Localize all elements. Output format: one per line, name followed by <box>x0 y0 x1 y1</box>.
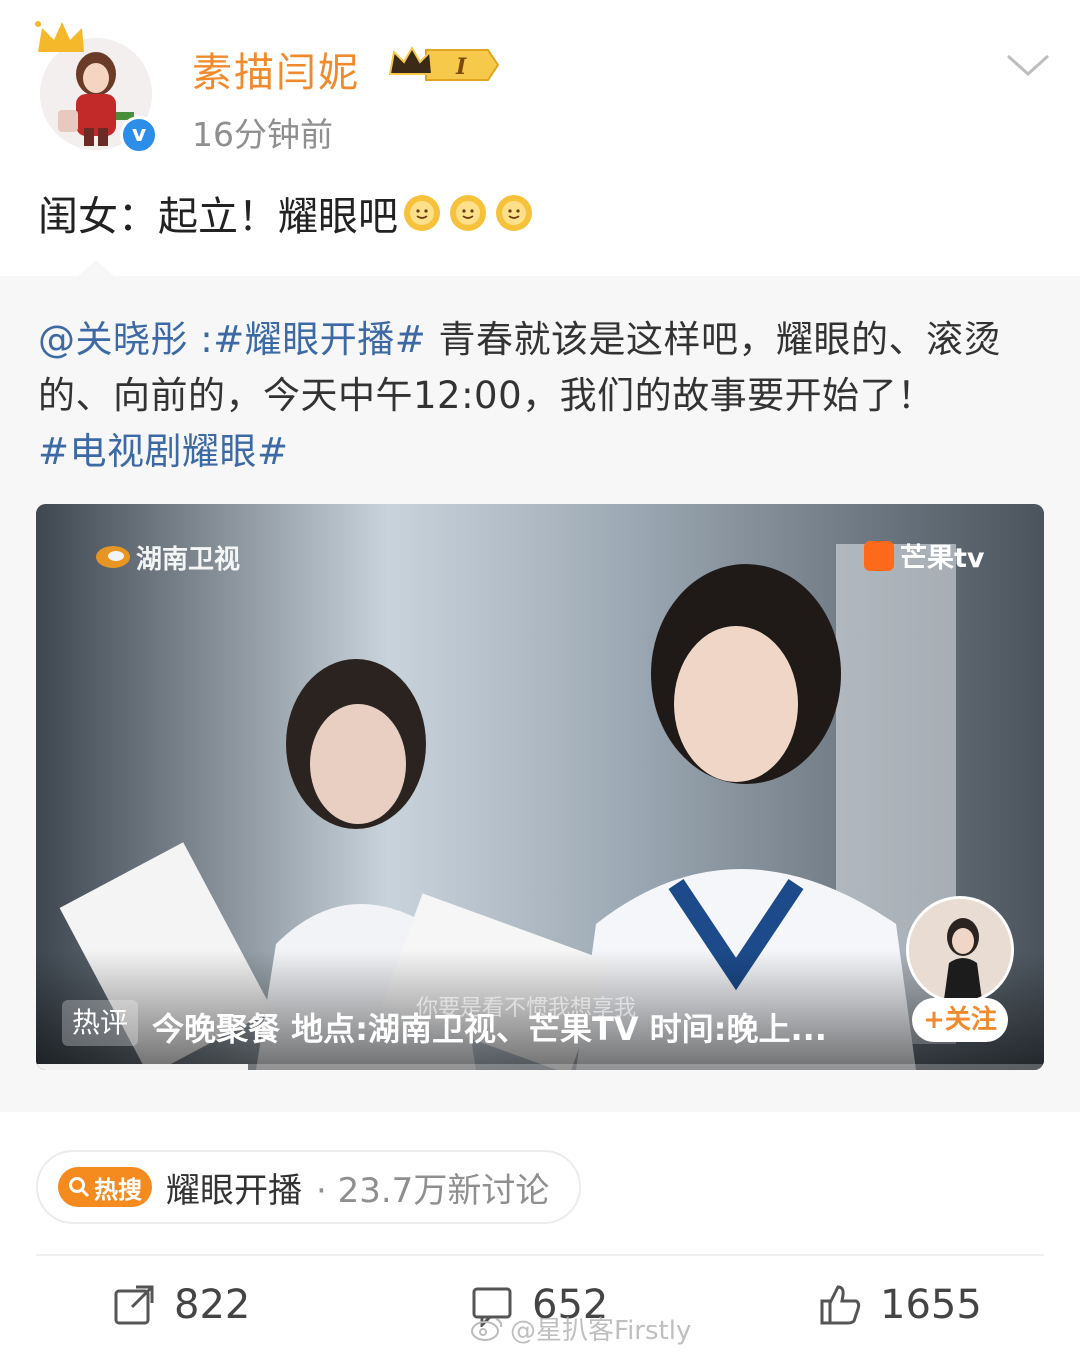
repost-pointer <box>78 260 114 276</box>
hot-search-chip[interactable]: 热搜 耀眼开播 · 23.7万新讨论 <box>36 1150 582 1224</box>
hot-comment-tag: 热评 <box>62 1000 139 1046</box>
emoji-row <box>402 193 534 233</box>
follow-avatar[interactable] <box>906 896 1014 1004</box>
hot-comment-text[interactable]: 今晚聚餐 地点:湖南卫视、芒果TV 时间:晚上... <box>152 1004 892 1050</box>
repost-count: 822 <box>174 1282 251 1328</box>
sun-smile-icon <box>496 195 532 231</box>
vip-level-text: I <box>455 54 467 80</box>
like-button[interactable]: 1655 <box>818 1282 982 1328</box>
hot-search-title: 耀眼开播 <box>166 1170 302 1211</box>
mention-link[interactable]: @关晓彤 <box>38 318 188 361</box>
user-avatar[interactable]: v <box>35 21 158 154</box>
follow-button[interactable]: +关注 <box>912 998 1008 1042</box>
watermark: @星扒客Firstly <box>470 1310 691 1347</box>
search-icon <box>69 1177 90 1198</box>
thumbs-up-icon <box>820 1285 861 1325</box>
vip-crown-badge-icon[interactable]: I <box>388 44 500 86</box>
sun-smile-icon <box>450 195 486 231</box>
mango-tv-logo-icon <box>864 540 894 571</box>
repost-block[interactable]: @关晓彤 :#耀眼开播# 青春就该是这样吧，耀眼的、滚烫的、向前的，今天中午12… <box>0 260 1080 1112</box>
video-player[interactable]: 湖南卫视 芒果tv 你要是看不惯我想享我 热评 今晚聚餐 地点:湖南卫视、芒果T… <box>36 504 1044 1070</box>
crown-icon <box>35 21 84 52</box>
topic-link[interactable]: #电视剧耀眼# <box>38 430 289 473</box>
hot-search-badge: 热搜 <box>58 1167 152 1207</box>
sun-smile-icon <box>404 195 440 231</box>
hunan-tv-logo-text: 湖南卫视 <box>136 544 241 575</box>
hot-search-meta: · 23.7万新讨论 <box>316 1170 550 1211</box>
mango-tv-logo: 芒果tv <box>864 536 985 575</box>
hunan-tv-logo-icon <box>96 546 130 568</box>
post-timestamp: 16分钟前 <box>192 115 333 154</box>
video-progress-bar[interactable] <box>36 1064 1044 1070</box>
repost-button[interactable]: 822 <box>112 1282 250 1328</box>
mango-tv-logo-text: 芒果tv <box>900 543 985 574</box>
verified-icon: v <box>120 116 158 154</box>
username[interactable]: 素描闫妮 <box>192 40 360 98</box>
repost-text: @关晓彤 :#耀眼开播# 青春就该是这样吧，耀眼的、滚烫的、向前的，今天中午12… <box>38 312 1048 480</box>
divider <box>36 1254 1044 1256</box>
chevron-down-icon[interactable] <box>1004 50 1052 80</box>
like-count: 1655 <box>880 1282 982 1328</box>
watermark-text: @星扒客Firstly <box>510 1316 692 1346</box>
post-content: 闺女：起立！耀眼吧 <box>38 184 534 242</box>
video-progress-fill <box>36 1064 248 1070</box>
mention-separator: : <box>188 318 214 361</box>
hot-search-badge-text: 热搜 <box>94 1175 142 1204</box>
post-text: 闺女：起立！耀眼吧 <box>38 194 398 240</box>
topic-link[interactable]: #耀眼开播# <box>213 318 426 361</box>
hunan-tv-logo: 湖南卫视 <box>94 538 240 576</box>
weibo-logo-icon <box>471 1317 503 1341</box>
repost-icon <box>114 1285 154 1325</box>
